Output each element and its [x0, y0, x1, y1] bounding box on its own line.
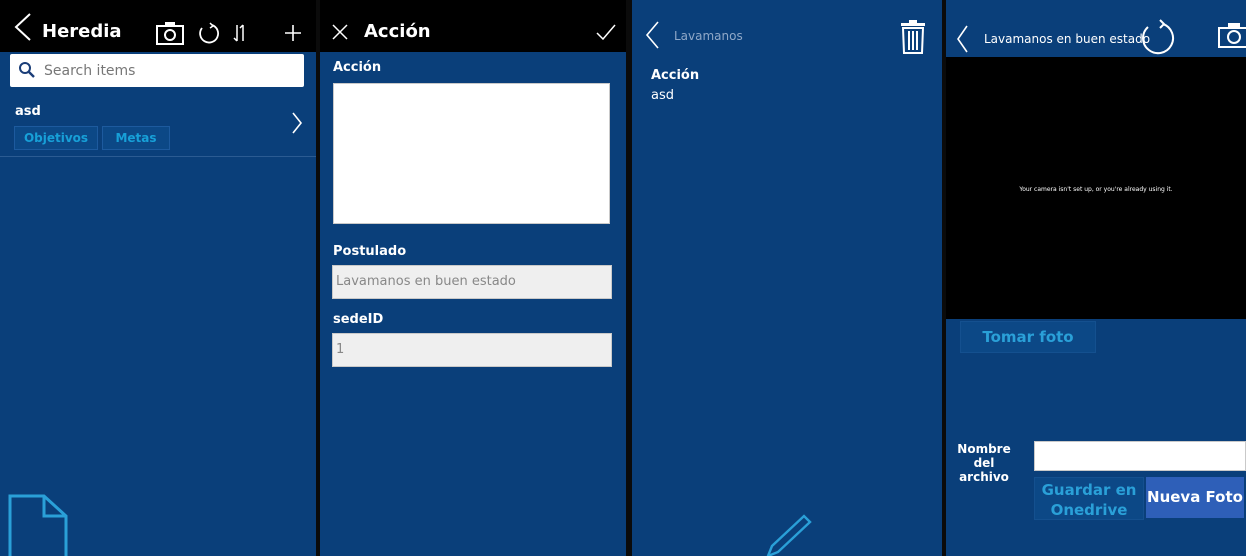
new-photo-button[interactable]: Nueva Foto	[1146, 477, 1244, 518]
search-icon	[18, 61, 36, 79]
pencil-icon[interactable]	[764, 512, 814, 556]
trash-icon[interactable]	[900, 20, 926, 54]
postulado-field[interactable]: Lavamanos en buen estado	[332, 265, 612, 299]
edit-screen: Acción Acción Postulado Lavamanos en bue…	[320, 0, 626, 556]
close-icon[interactable]	[332, 24, 348, 40]
search-box[interactable]	[10, 54, 304, 87]
save-onedrive-button[interactable]: Guardar en Onedrive	[1034, 477, 1144, 520]
list-item-title: asd	[15, 104, 41, 119]
filename-label: Nombre del archivo	[957, 442, 1011, 484]
chevron-right-icon[interactable]	[291, 111, 303, 135]
back-chevron-icon[interactable]	[12, 12, 34, 42]
filename-input[interactable]	[1034, 441, 1246, 471]
camera-preview[interactable]: Your camera isn't set up, or you're alre…	[946, 57, 1246, 319]
detail-title: Lavamanos	[674, 29, 743, 43]
sede-label: sedeID	[333, 312, 384, 327]
postulado-label: Postulado	[333, 244, 407, 259]
refresh-icon[interactable]	[198, 22, 220, 44]
take-photo-button[interactable]: Tomar foto	[960, 321, 1096, 353]
detail-screen: Lavamanos Acción asd	[632, 0, 942, 556]
back-chevron-icon[interactable]	[644, 20, 660, 50]
camera-screen-title: Lavamanos en buen estado	[984, 32, 1151, 46]
detail-accion-label: Acción	[651, 68, 700, 83]
detail-accion-value: asd	[651, 88, 674, 103]
objetivos-tag[interactable]: Objetivos	[14, 126, 98, 150]
camera-screen: Lavamanos en buen estado Your camera isn…	[946, 0, 1246, 556]
add-icon[interactable]	[283, 23, 303, 43]
refresh-icon[interactable]	[1140, 18, 1176, 58]
accion-textarea[interactable]	[333, 83, 610, 224]
back-chevron-icon[interactable]	[955, 24, 969, 54]
document-icon	[8, 494, 68, 556]
camera-message: Your camera isn't set up, or you're alre…	[1019, 186, 1173, 193]
search-input[interactable]	[42, 58, 296, 84]
browse-title: Heredia	[42, 21, 122, 42]
check-icon[interactable]	[596, 24, 616, 40]
sede-field[interactable]: 1	[332, 333, 612, 367]
metas-tag[interactable]: Metas	[102, 126, 170, 150]
camera-icon[interactable]	[1218, 22, 1246, 48]
camera-icon[interactable]	[156, 21, 184, 45]
browse-screen: Heredia asd Objetivos Metas	[0, 0, 316, 556]
sort-icon[interactable]	[233, 23, 247, 43]
list-item[interactable]: asd Objetivos Metas	[0, 92, 316, 157]
edit-title: Acción	[364, 21, 431, 42]
accion-label: Acción	[333, 60, 382, 75]
